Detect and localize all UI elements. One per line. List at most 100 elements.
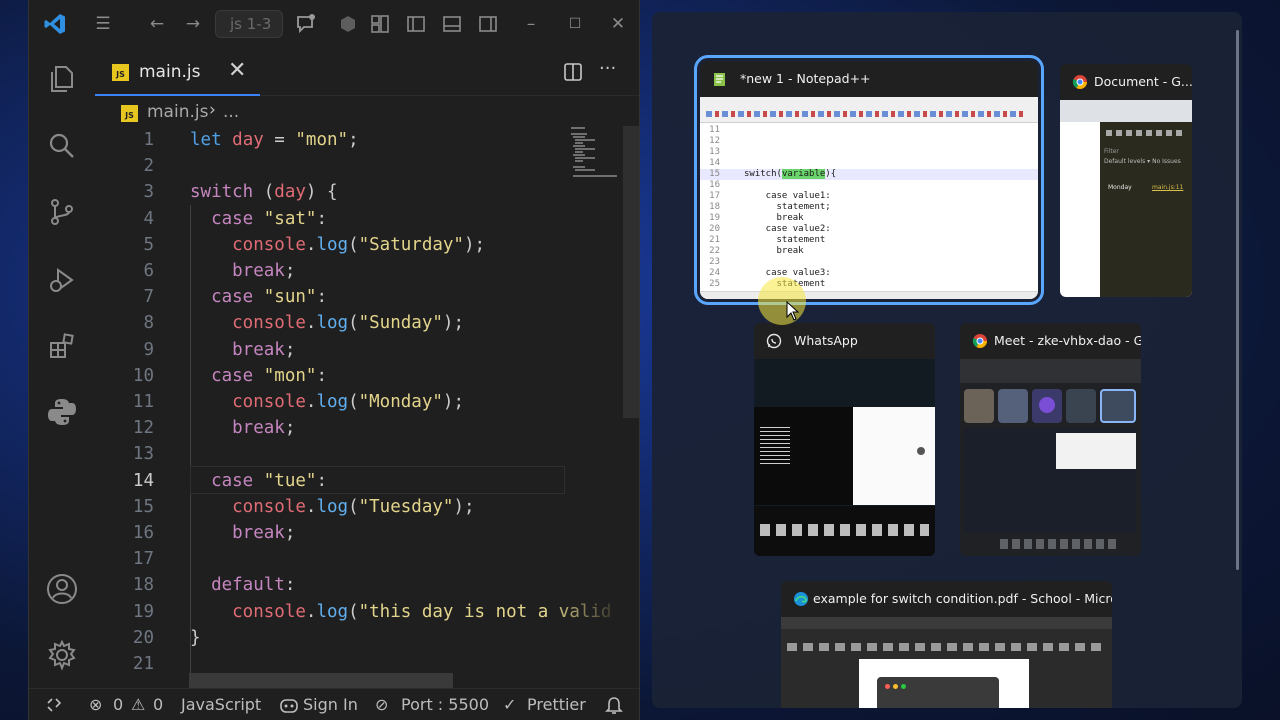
search-icon[interactable] bbox=[46, 130, 78, 162]
line-number: 4 bbox=[143, 208, 154, 229]
window-chrome-document[interactable]: Document - G... Default levels ▾ No Issu… bbox=[1060, 64, 1192, 297]
breadcrumb-file[interactable]: main.js bbox=[147, 102, 208, 122]
language-mode[interactable]: JavaScript bbox=[181, 695, 261, 714]
python-icon[interactable] bbox=[46, 396, 78, 428]
code-token: } bbox=[190, 627, 201, 648]
code-line[interactable]: 15 console.log("Tuesday"); bbox=[95, 494, 639, 520]
accounts-icon[interactable] bbox=[46, 573, 78, 605]
code-line[interactable]: 1 let day = "mon"; bbox=[95, 127, 639, 153]
code-line[interactable]: 5 console.log("Saturday"); bbox=[95, 232, 639, 258]
explorer-icon[interactable] bbox=[46, 63, 78, 95]
code-line[interactable]: 7 case "sun": bbox=[95, 284, 639, 310]
code-token: console bbox=[190, 392, 306, 412]
line-number: 18 bbox=[132, 575, 154, 596]
maximize-icon[interactable]: ☐ bbox=[565, 14, 585, 34]
toggle-secondary-sidebar-icon[interactable] bbox=[478, 14, 498, 34]
notepad-line: 22 break bbox=[700, 246, 1038, 257]
chevron-right-icon: › bbox=[209, 100, 216, 120]
notepad-line-number: 20 bbox=[709, 224, 720, 234]
live-server-port[interactable]: Port : 5500 bbox=[401, 695, 489, 714]
notepad-line-text: statement; bbox=[744, 202, 831, 212]
warning-icon[interactable]: ⚠ bbox=[131, 695, 145, 714]
task-view-scrollbar[interactable] bbox=[1236, 30, 1239, 570]
window-edge-pdf[interactable]: example for switch condition.pdf - Schoo… bbox=[781, 581, 1112, 708]
minimap[interactable] bbox=[569, 125, 623, 185]
copilot-chat-icon[interactable] bbox=[295, 13, 317, 35]
code-line[interactable]: 20} bbox=[95, 625, 639, 651]
code-token: . bbox=[305, 392, 317, 412]
devtools-filter: Filter bbox=[1104, 148, 1119, 155]
code-line[interactable]: 16 break; bbox=[95, 520, 639, 546]
code-line[interactable]: 3 switch (day) { bbox=[95, 179, 639, 205]
line-code: let day = "mon"; bbox=[190, 127, 359, 153]
breadcrumb-symbols[interactable]: ... bbox=[223, 102, 239, 122]
meet-thumbnail bbox=[960, 359, 1141, 556]
code-line[interactable]: 8 console.log("Sunday"); bbox=[95, 310, 639, 336]
more-actions-icon[interactable]: ··· bbox=[599, 58, 616, 79]
window-google-meet[interactable]: Meet - zke-vhbx-dao - G... bbox=[960, 323, 1141, 556]
back-arrow-icon[interactable]: ← bbox=[147, 14, 167, 34]
tab-main-js[interactable]: JS main.js ✕ bbox=[95, 48, 260, 96]
notepad-line: 16 bbox=[700, 180, 1038, 191]
toggle-primary-sidebar-icon[interactable] bbox=[406, 14, 426, 34]
window-title: Meet - zke-vhbx-dao - G... bbox=[994, 333, 1141, 348]
code-editor[interactable]: 1 let day = "mon"; 2 3 switch (day) {4 case … bbox=[95, 127, 639, 677]
forward-arrow-icon[interactable]: → bbox=[183, 14, 203, 34]
code-line[interactable]: 17 bbox=[95, 546, 639, 572]
code-token: "Tuesday" bbox=[358, 496, 454, 517]
code-token: : bbox=[316, 287, 327, 308]
warning-count[interactable]: 0 bbox=[153, 695, 163, 714]
source-control-icon[interactable] bbox=[46, 196, 78, 228]
error-count[interactable]: 0 bbox=[113, 695, 123, 714]
code-line[interactable]: 13 bbox=[95, 441, 639, 467]
remote-indicator-icon[interactable] bbox=[45, 696, 63, 714]
code-token: log bbox=[316, 496, 349, 517]
code-line[interactable]: 18 default: bbox=[95, 572, 639, 598]
error-icon[interactable]: ⊗ bbox=[89, 695, 102, 714]
prettier-status[interactable]: Prettier bbox=[527, 695, 586, 714]
activity-bar bbox=[29, 48, 95, 688]
code-token: . bbox=[305, 601, 317, 622]
accounts-shield-icon[interactable] bbox=[338, 14, 358, 34]
code-line[interactable]: 10 case "mon": bbox=[95, 363, 639, 389]
highlighted-word: variable bbox=[781, 169, 826, 179]
editor-tab-bar: JS main.js ✕ ··· bbox=[95, 48, 639, 96]
toggle-panel-icon[interactable] bbox=[442, 14, 462, 34]
window-whatsapp[interactable]: WhatsApp bbox=[754, 323, 935, 556]
sign-in-button[interactable]: Sign In bbox=[303, 695, 358, 714]
code-line[interactable]: 4 case "sat": bbox=[95, 206, 639, 232]
code-line[interactable]: 11 console.log("Monday"); bbox=[95, 389, 639, 415]
code-token: "sat" bbox=[263, 208, 317, 229]
code-line[interactable]: 14 case "tue": bbox=[95, 468, 639, 494]
code-line[interactable]: 9 break; bbox=[95, 337, 639, 363]
copilot-icon[interactable] bbox=[279, 697, 299, 715]
code-line[interactable]: 6 break; bbox=[95, 258, 639, 284]
run-and-debug-icon[interactable] bbox=[46, 264, 78, 296]
line-number: 14 bbox=[132, 470, 154, 491]
close-icon[interactable]: ✕ bbox=[228, 58, 246, 83]
line-code: console.log("Tuesday"); bbox=[190, 494, 474, 520]
code-line[interactable]: 12 break; bbox=[95, 415, 639, 441]
menu-icon[interactable]: ☰ bbox=[93, 14, 113, 34]
window-title-bar: example for switch condition.pdf - Schoo… bbox=[781, 581, 1112, 617]
customize-layout-icon[interactable] bbox=[370, 14, 390, 34]
notepad-line-number: 24 bbox=[709, 268, 720, 278]
extensions-icon[interactable] bbox=[46, 330, 78, 362]
notepad-line: 14 bbox=[700, 158, 1038, 169]
code-line[interactable]: 2 bbox=[95, 153, 639, 179]
close-window-icon[interactable]: ✕ bbox=[608, 14, 628, 34]
notifications-bell-icon[interactable] bbox=[605, 695, 623, 715]
horizontal-scrollbar[interactable] bbox=[189, 673, 453, 689]
minimize-icon[interactable]: – bbox=[521, 14, 541, 34]
code-token: = bbox=[263, 130, 296, 150]
vertical-scrollbar[interactable] bbox=[623, 126, 639, 418]
settings-gear-icon[interactable] bbox=[46, 639, 78, 671]
line-code: case "sat": bbox=[190, 206, 327, 232]
split-editor-icon[interactable] bbox=[563, 62, 583, 82]
command-center-search[interactable]: js 1-3 bbox=[215, 10, 283, 38]
live-server-icon[interactable]: ⊘ bbox=[375, 695, 388, 714]
line-number: 10 bbox=[132, 365, 154, 386]
window-notepad-plus-plus[interactable]: *new 1 - Notepad++ 11 12 13 14 15 switch(vari… bbox=[694, 55, 1044, 305]
code-token: console bbox=[190, 234, 306, 255]
code-token: ; bbox=[284, 523, 296, 543]
